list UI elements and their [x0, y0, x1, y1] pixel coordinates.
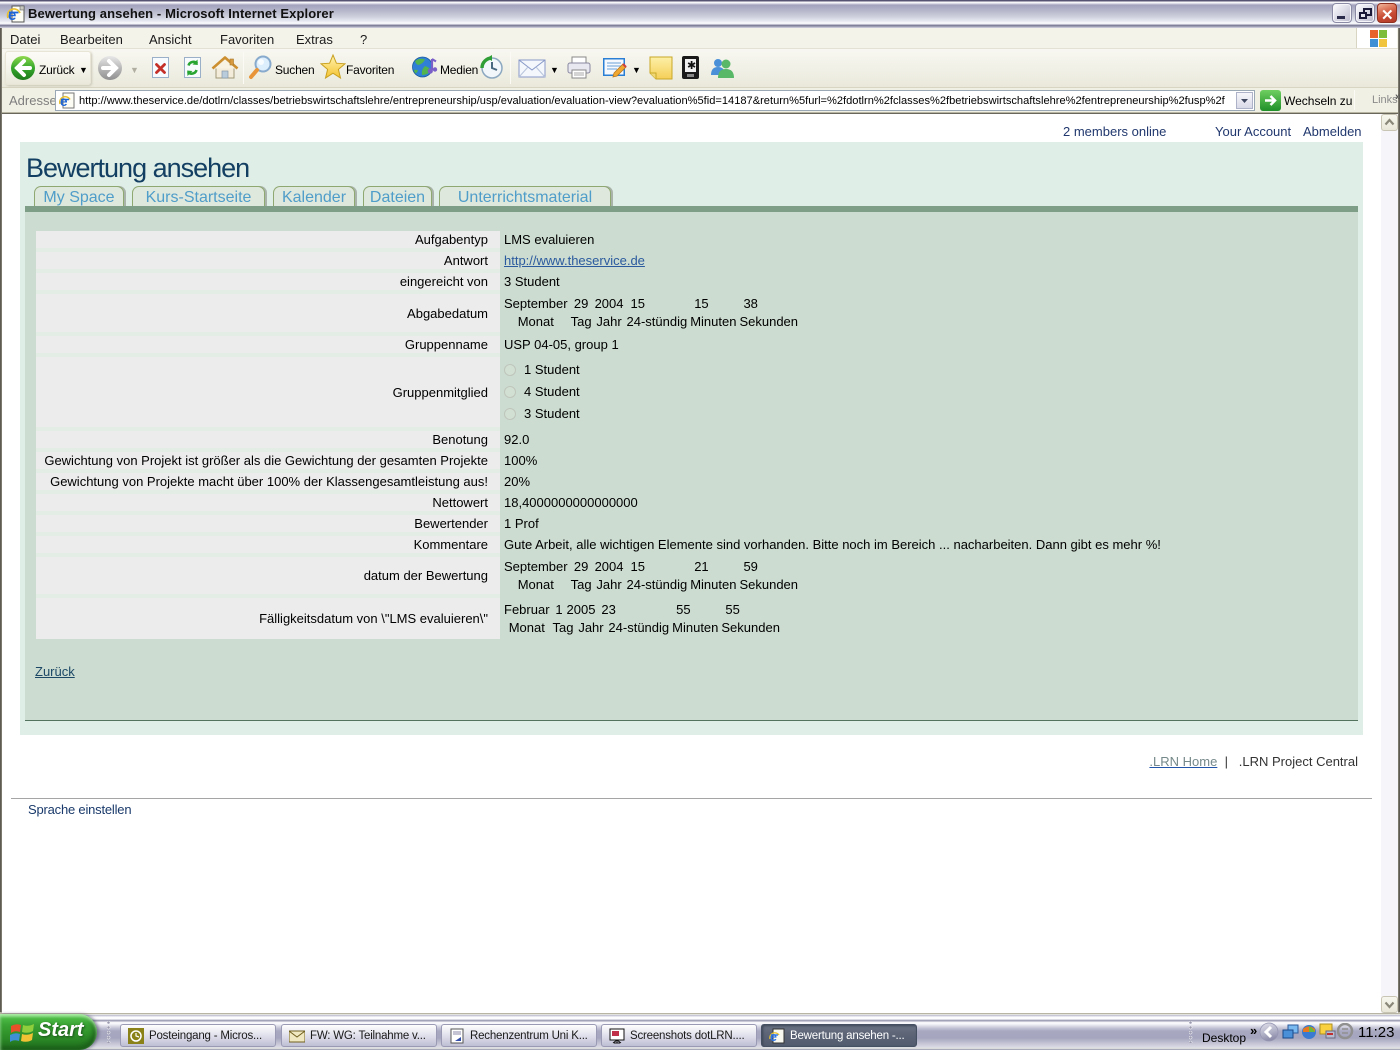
svg-text:✱: ✱	[687, 60, 696, 72]
svg-text:e: e	[8, 7, 16, 24]
svg-text:e: e	[770, 1030, 777, 1044]
svg-text:e: e	[60, 94, 68, 109]
